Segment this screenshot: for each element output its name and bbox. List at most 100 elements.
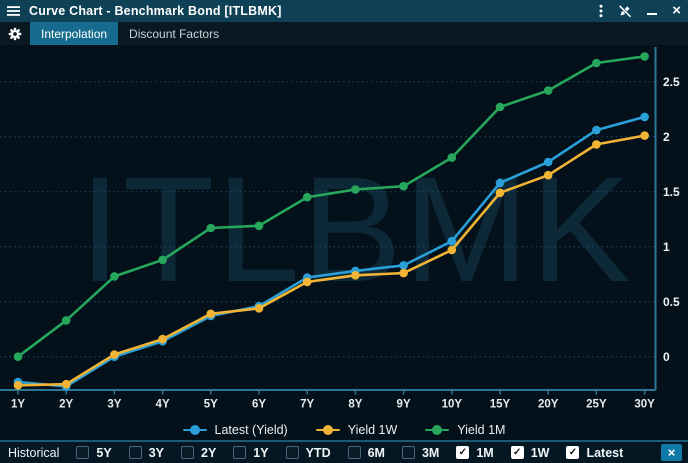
checkbox-unchecked-icon[interactable] [348,446,361,459]
data-point-yield-1w[interactable] [399,269,408,278]
data-point-latest-yield[interactable] [640,113,649,122]
checkbox-checked-icon[interactable]: ✓ [511,446,524,459]
curve-chart-window: Curve Chart - Benchmark Bond [ITLBMK] × [0,0,688,463]
checkbox-checked-icon[interactable]: ✓ [566,446,579,459]
checkbox-label: 1W [531,446,550,460]
x-axis-label: 1Y [11,399,25,411]
checkbox-checked-icon[interactable]: ✓ [456,446,469,459]
y-axis-label: 0 [663,350,670,364]
checkbox-ytd[interactable]: YTD [286,446,331,460]
checkbox-3m[interactable]: 3M [402,446,439,460]
kebab-menu-icon[interactable] [599,3,603,19]
data-point-yield-1m[interactable] [158,256,167,265]
data-point-yield-1w[interactable] [592,140,601,149]
yield-curve-chart: ITLBMK00.511.522.51Y2Y3Y4Y5Y6Y7Y8Y9Y10Y1… [0,45,688,420]
tab-interpolation[interactable]: Interpolation [30,22,118,45]
x-glyph: × [672,4,681,18]
checkbox-unchecked-icon[interactable] [76,446,89,459]
y-axis-label: 1 [663,240,670,254]
y-axis-label: 2 [663,130,670,144]
data-point-latest-yield[interactable] [592,126,601,135]
minus-glyph [647,13,657,16]
data-point-yield-1m[interactable] [592,59,601,68]
data-point-yield-1m[interactable] [496,103,505,112]
data-point-yield-1w[interactable] [255,304,264,313]
data-point-yield-1m[interactable] [399,182,408,191]
checkbox-label: 1M [476,446,493,460]
x-axis-label: 4Y [156,399,170,411]
checkbox-unchecked-icon[interactable] [233,446,246,459]
checkbox-5y[interactable]: 5Y [76,446,111,460]
checkbox-6m[interactable]: 6M [348,446,385,460]
legend-label: Yield 1M [457,423,505,437]
legend-item[interactable]: Latest (Yield) [183,423,288,437]
data-point-yield-1w[interactable] [303,278,312,287]
legend-marker-icon [183,425,207,435]
checkbox-unchecked-icon[interactable] [286,446,299,459]
data-point-latest-yield[interactable] [544,158,553,167]
data-point-yield-1m[interactable] [640,52,649,61]
hamburger-glyph [7,5,20,17]
tab-bar: Interpolation Discount Factors [0,22,688,45]
checkbox-3y[interactable]: 3Y [129,446,164,460]
chart-area: ITLBMK00.511.522.51Y2Y3Y4Y5Y6Y7Y8Y9Y10Y1… [0,45,688,420]
watermark-text: ITLBMK [79,145,633,313]
data-point-yield-1w[interactable] [640,131,649,140]
legend-item[interactable]: Yield 1W [316,423,398,437]
no-edit-icon[interactable] [618,3,632,19]
tab-discount-factors[interactable]: Discount Factors [118,22,230,45]
pencil-slash-glyph [618,4,632,18]
checkbox-1w[interactable]: ✓ 1W [511,446,550,460]
checkbox-label: 6M [368,446,385,460]
checkbox-label: 2Y [201,446,216,460]
data-point-yield-1w[interactable] [14,381,23,390]
data-point-latest-yield[interactable] [496,179,505,188]
close-icon[interactable]: × [672,3,681,19]
data-point-yield-1m[interactable] [448,153,457,162]
checkbox-label: 1Y [253,446,268,460]
data-point-yield-1m[interactable] [110,272,119,281]
hamburger-menu-icon[interactable] [7,3,20,19]
y-axis-label: 1.5 [663,185,680,199]
x-axis-label: 5Y [204,399,218,411]
x-axis-label: 30Y [634,399,655,411]
data-point-yield-1m[interactable] [303,193,312,202]
data-point-yield-1w[interactable] [207,310,216,319]
data-point-yield-1w[interactable] [110,350,119,359]
title-bar: Curve Chart - Benchmark Bond [ITLBMK] × [0,0,688,22]
data-point-yield-1w[interactable] [448,246,457,255]
data-point-latest-yield[interactable] [399,261,408,270]
x-axis-label: 6Y [252,399,266,411]
checkbox-unchecked-icon[interactable] [402,446,415,459]
checkbox-1m[interactable]: ✓ 1M [456,446,493,460]
data-point-yield-1w[interactable] [62,380,71,389]
data-point-yield-1m[interactable] [255,222,264,231]
data-point-yield-1m[interactable] [207,224,216,233]
settings-gear-icon[interactable] [0,22,30,45]
data-point-yield-1m[interactable] [14,352,23,361]
data-point-yield-1w[interactable] [544,171,553,180]
checkbox-1y[interactable]: 1Y [233,446,268,460]
data-point-yield-1m[interactable] [62,316,71,325]
data-point-latest-yield[interactable] [448,237,457,246]
checkbox-latest[interactable]: ✓Latest [566,446,623,460]
checkbox-2y[interactable]: 2Y [181,446,216,460]
x-axis-label: 10Y [442,399,463,411]
legend-item[interactable]: Yield 1M [425,423,505,437]
checkbox-unchecked-icon[interactable] [181,446,194,459]
data-point-yield-1m[interactable] [544,86,553,95]
data-point-yield-1w[interactable] [158,335,167,344]
window-title: Curve Chart - Benchmark Bond [ITLBMK] [29,4,282,18]
data-point-yield-1w[interactable] [351,271,360,280]
gear-glyph [8,27,22,41]
data-point-yield-1w[interactable] [496,189,505,198]
close-panel-button[interactable]: × [661,444,682,461]
checkbox-label: YTD [306,446,331,460]
historical-bar: Historical 5Y3Y2Y1YYTD6M3M✓1M✓1W✓Latest … [0,440,688,463]
minimize-icon[interactable] [647,3,657,19]
checkbox-unchecked-icon[interactable] [129,446,142,459]
checkbox-label: 3M [422,446,439,460]
data-point-yield-1m[interactable] [351,185,360,194]
kebab-glyph [599,4,603,18]
legend-marker-icon [316,425,340,435]
